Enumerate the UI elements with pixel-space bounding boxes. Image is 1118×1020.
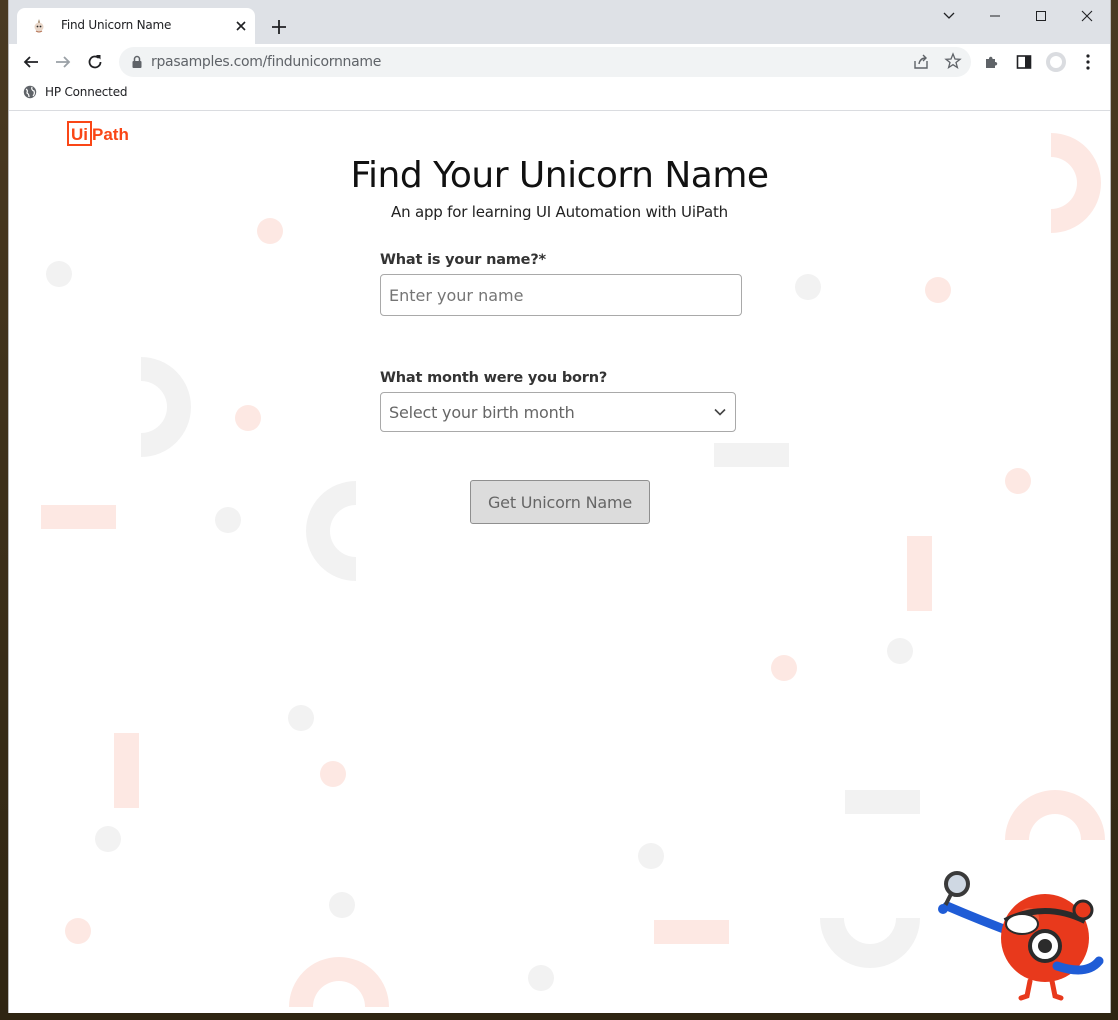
bookmark-hp-connected[interactable]: HP Connected bbox=[23, 85, 127, 99]
minimize-icon bbox=[990, 15, 1000, 17]
decor-dot bbox=[288, 705, 314, 731]
forward-button[interactable] bbox=[51, 50, 75, 74]
decor-dot bbox=[329, 892, 355, 918]
tab-search-button[interactable] bbox=[926, 0, 972, 32]
profile-button[interactable] bbox=[1044, 50, 1068, 74]
decor-dot bbox=[257, 218, 283, 244]
url-text: rpasamples.com/findunicornname bbox=[151, 54, 382, 70]
decor-bar bbox=[114, 733, 139, 808]
plus-icon[interactable] bbox=[267, 15, 291, 39]
decor-dot bbox=[638, 843, 664, 869]
name-field-label: What is your name?* bbox=[380, 252, 546, 268]
tab-strip: Find Unicorn Name bbox=[9, 0, 1110, 44]
extensions-icon bbox=[986, 56, 998, 68]
mascot-magnifier bbox=[938, 871, 1104, 1001]
logo-text-left: Ui bbox=[71, 125, 88, 144]
address-bar[interactable]: rpasamples.com/findunicornname bbox=[119, 47, 971, 77]
extensions-button[interactable] bbox=[980, 50, 1004, 74]
decor-dot bbox=[1005, 468, 1031, 494]
side-panel-icon bbox=[1016, 55, 1032, 69]
decor-half-ring bbox=[306, 481, 356, 581]
tab-title: Find Unicorn Name bbox=[61, 18, 172, 32]
side-panel-button[interactable] bbox=[1012, 50, 1036, 74]
minimize-button[interactable] bbox=[972, 0, 1018, 32]
uipath-logo[interactable]: Ui Path bbox=[67, 121, 139, 152]
browser-tab[interactable]: Find Unicorn Name bbox=[17, 8, 255, 44]
month-field-label: What month were you born? bbox=[380, 370, 608, 386]
star-icon[interactable] bbox=[944, 52, 962, 70]
close-window-icon bbox=[1081, 10, 1093, 22]
decor-dot bbox=[46, 261, 72, 287]
browser-toolbar: rpasamples.com/findunicornname bbox=[9, 44, 1110, 80]
more-menu-button[interactable] bbox=[1076, 50, 1100, 74]
decor-dot bbox=[887, 638, 913, 664]
decor-bar bbox=[845, 790, 920, 814]
uipath-logo-mark: Ui Path bbox=[67, 121, 129, 146]
unicorn-favicon-icon bbox=[34, 19, 44, 33]
reload-icon bbox=[88, 55, 102, 69]
chevron-down-icon bbox=[943, 12, 955, 19]
decor-dot bbox=[771, 655, 797, 681]
back-button[interactable] bbox=[19, 50, 43, 74]
decor-bar bbox=[654, 920, 729, 944]
name-input[interactable] bbox=[380, 274, 742, 316]
decor-dot bbox=[528, 965, 554, 991]
bookmarks-bar: HP Connected bbox=[9, 80, 1110, 111]
bookmark-label: HP Connected bbox=[45, 85, 128, 99]
browser-window: Find Unicorn Name rpasamples.com/finduni… bbox=[8, 0, 1111, 1013]
decor-half-ring bbox=[289, 957, 389, 1007]
decor-bar bbox=[41, 505, 116, 529]
lock-icon bbox=[132, 55, 142, 68]
globe-icon bbox=[23, 85, 37, 99]
share-icon[interactable] bbox=[912, 53, 930, 71]
page-subtitle: An app for learning UI Automation with U… bbox=[391, 203, 728, 221]
forward-arrow-icon bbox=[56, 56, 71, 68]
get-unicorn-name-button[interactable]: Get Unicorn Name bbox=[470, 480, 650, 524]
decor-dot bbox=[215, 507, 241, 533]
profile-icon bbox=[1046, 52, 1066, 72]
maximize-button[interactable] bbox=[1018, 0, 1064, 32]
decor-bar bbox=[714, 443, 789, 467]
close-icon[interactable] bbox=[233, 18, 249, 34]
decor-dot bbox=[235, 405, 261, 431]
decor-bar bbox=[907, 536, 932, 611]
birth-month-selected-value: Select your birth month bbox=[389, 403, 575, 422]
decor-half-ring bbox=[1005, 790, 1105, 840]
decor-half-ring bbox=[820, 918, 920, 968]
birth-month-select[interactable]: Select your birth month bbox=[380, 392, 736, 432]
back-arrow-icon bbox=[23, 56, 38, 68]
decor-dot bbox=[65, 918, 91, 944]
decor-dot bbox=[320, 761, 346, 787]
close-window-button[interactable] bbox=[1064, 0, 1110, 32]
decor-dot bbox=[795, 274, 821, 300]
decor-dot bbox=[925, 277, 951, 303]
maximize-icon bbox=[1036, 11, 1046, 21]
dropdown-chevron-icon bbox=[714, 408, 726, 416]
page-content: Ui Path Find Your Unicorn Name An app fo… bbox=[9, 111, 1110, 1013]
logo-text-right: Path bbox=[92, 125, 129, 144]
page-title: Find Your Unicorn Name bbox=[350, 155, 769, 196]
more-menu-icon bbox=[1086, 54, 1090, 70]
decor-half-ring bbox=[141, 357, 191, 457]
reload-button[interactable] bbox=[83, 50, 107, 74]
decor-dot bbox=[95, 826, 121, 852]
